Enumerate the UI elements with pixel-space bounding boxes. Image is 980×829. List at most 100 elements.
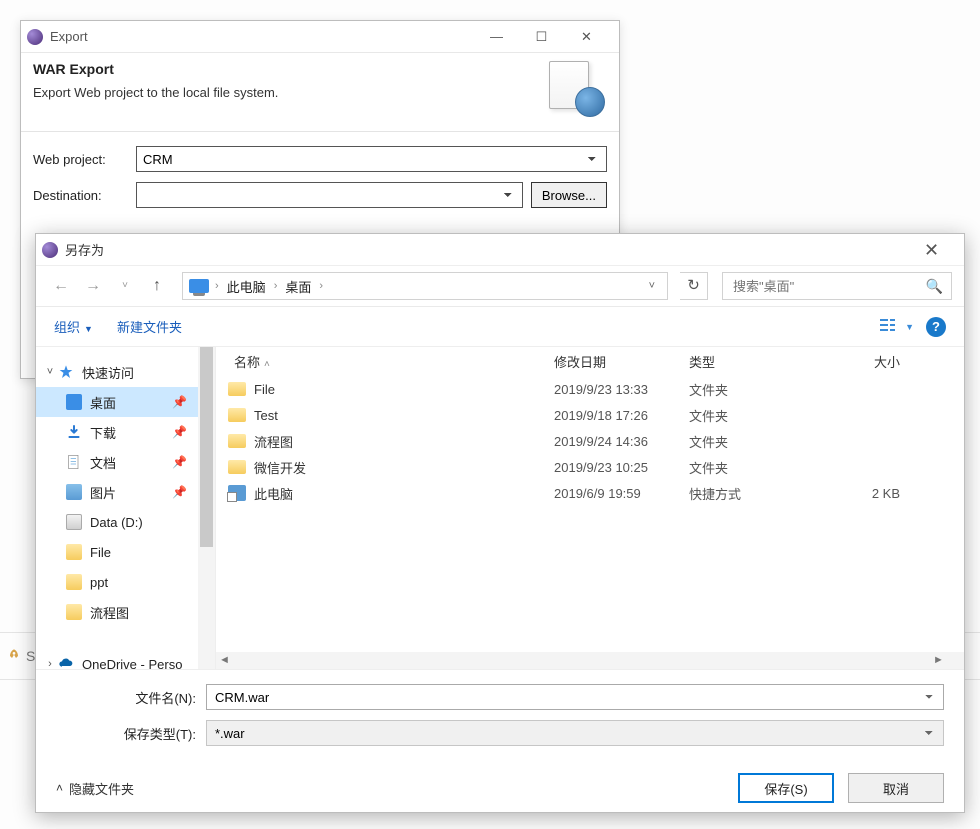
- tree-item[interactable]: Data (D:): [36, 507, 215, 537]
- file-name: Test: [254, 408, 278, 423]
- forward-button[interactable]: →: [80, 273, 106, 299]
- chevron-right-icon[interactable]: ›: [317, 280, 325, 292]
- search-icon[interactable]: 🔍: [926, 278, 943, 295]
- export-title: Export: [50, 29, 474, 44]
- up-button[interactable]: ↑: [144, 273, 170, 299]
- file-type: 快捷方式: [683, 484, 806, 503]
- file-row[interactable]: 此电脑2019/6/9 19:59快捷方式2 KB: [216, 480, 964, 506]
- close-button[interactable]: ✕: [564, 22, 609, 52]
- minimize-button[interactable]: —: [474, 22, 519, 52]
- folder-icon: [228, 382, 246, 396]
- pc-icon: [189, 279, 209, 293]
- nav-scrollbar[interactable]: [198, 347, 215, 669]
- file-type: 文件夹: [683, 380, 806, 399]
- file-row[interactable]: Test2019/9/18 17:26文件夹: [216, 402, 964, 428]
- tree-item[interactable]: 流程图: [36, 597, 215, 627]
- eclipse-icon: [42, 242, 58, 258]
- scroll-right-icon[interactable]: ►: [930, 652, 947, 669]
- caret-right-icon[interactable]: ›: [44, 658, 56, 669]
- rocket-icon: [6, 648, 22, 664]
- web-project-select[interactable]: CRM: [136, 146, 607, 172]
- tree-item[interactable]: 桌面📌: [36, 387, 215, 417]
- tree-item[interactable]: 文档 📌: [36, 447, 215, 477]
- folder-icon: [66, 574, 82, 590]
- caret-down-icon[interactable]: ˅: [44, 366, 56, 378]
- col-size[interactable]: 大小: [806, 352, 906, 371]
- back-button[interactable]: ←: [48, 273, 74, 299]
- file-row[interactable]: 微信开发2019/9/23 10:25文件夹: [216, 454, 964, 480]
- cancel-button[interactable]: 取消: [848, 773, 944, 803]
- hide-folders-toggle[interactable]: ˄ 隐藏文件夹: [56, 779, 134, 798]
- save-button[interactable]: 保存(S): [738, 773, 834, 803]
- file-row[interactable]: 流程图2019/9/24 14:36文件夹: [216, 428, 964, 454]
- pin-icon: 📌: [172, 425, 187, 439]
- column-headers[interactable]: 名称˄ 修改日期 类型 大小: [216, 347, 964, 376]
- col-type[interactable]: 类型: [683, 352, 806, 371]
- caret-up-icon: ˄: [56, 781, 63, 795]
- eclipse-icon: [27, 29, 43, 45]
- col-name[interactable]: 名称˄: [228, 352, 548, 371]
- tree-item[interactable]: 下载📌: [36, 417, 215, 447]
- file-date: 2019/6/9 19:59: [548, 486, 683, 501]
- export-titlebar[interactable]: Export — ☐ ✕: [21, 21, 619, 53]
- refresh-button[interactable]: ↻: [680, 272, 708, 300]
- tree-onedrive[interactable]: › OneDrive - Perso: [36, 649, 215, 669]
- close-button[interactable]: ✕: [909, 235, 954, 265]
- help-button[interactable]: ?: [926, 317, 946, 337]
- chevron-right-icon[interactable]: ›: [213, 280, 221, 292]
- organize-menu[interactable]: 组织▼: [54, 317, 93, 336]
- pin-icon: 📌: [172, 455, 187, 469]
- tree-item-label: 桌面: [90, 393, 116, 412]
- scroll-left-icon[interactable]: ◄: [216, 652, 233, 669]
- search-input[interactable]: [731, 278, 926, 295]
- recent-dropdown[interactable]: ˅: [112, 273, 138, 299]
- export-header: WAR Export Export Web project to the loc…: [21, 53, 619, 132]
- destination-select[interactable]: [136, 182, 523, 208]
- tree-item-label: 流程图: [90, 603, 129, 622]
- cloud-icon: [58, 656, 74, 669]
- war-export-icon: [545, 61, 605, 117]
- folder-icon: [66, 544, 82, 560]
- shortcut-icon: [228, 485, 246, 501]
- file-list: 名称˄ 修改日期 类型 大小 File2019/9/23 13:33文件夹 Tes…: [216, 347, 964, 669]
- document-icon: [66, 454, 82, 470]
- scroll-corner: [947, 652, 964, 669]
- folder-icon: [228, 434, 246, 448]
- download-icon: [66, 424, 82, 440]
- tree-item[interactable]: ppt: [36, 567, 215, 597]
- folder-icon: [228, 408, 246, 422]
- col-date[interactable]: 修改日期: [548, 352, 683, 371]
- tree-quick-access[interactable]: ˅ 快速访问: [36, 357, 215, 387]
- view-menu[interactable]: ▼: [880, 318, 914, 336]
- desktop-icon: [66, 394, 82, 410]
- saveas-titlebar[interactable]: 另存为 ✕: [36, 234, 964, 266]
- filetype-select[interactable]: *.war: [206, 720, 944, 746]
- file-row[interactable]: File2019/9/23 13:33文件夹: [216, 376, 964, 402]
- pin-icon: 📌: [172, 485, 187, 499]
- breadcrumb-dropdown[interactable]: ˅: [641, 280, 663, 292]
- saveas-title: 另存为: [65, 240, 909, 259]
- chevron-right-icon[interactable]: ›: [272, 280, 280, 292]
- browse-button[interactable]: Browse...: [531, 182, 607, 208]
- crumb-root[interactable]: 此电脑: [221, 277, 272, 296]
- maximize-button[interactable]: ☐: [519, 22, 564, 52]
- tree-item[interactable]: 图片📌: [36, 477, 215, 507]
- filetype-label: 保存类型(T):: [56, 724, 206, 743]
- file-date: 2019/9/23 13:33: [548, 382, 683, 397]
- filename-label: 文件名(N):: [56, 688, 206, 707]
- filename-input[interactable]: [206, 684, 944, 710]
- nav-bar: ← → ˅ ↑ › 此电脑 › 桌面 › ˅ ↻ 🔍: [36, 266, 964, 306]
- status-text: S: [26, 648, 35, 664]
- horiz-scrollbar[interactable]: ◄ ►: [216, 652, 947, 669]
- star-icon: [58, 364, 74, 380]
- save-as-dialog: 另存为 ✕ ← → ˅ ↑ › 此电脑 › 桌面 › ˅ ↻ 🔍 组织▼ 新建文…: [35, 233, 965, 813]
- search-box[interactable]: 🔍: [722, 272, 952, 300]
- crumb-folder[interactable]: 桌面: [279, 277, 317, 296]
- file-date: 2019/9/18 17:26: [548, 408, 683, 423]
- tree-item-label: 文档: [90, 453, 116, 472]
- tree-item[interactable]: File: [36, 537, 215, 567]
- file-date: 2019/9/23 10:25: [548, 460, 683, 475]
- breadcrumb[interactable]: › 此电脑 › 桌面 › ˅: [182, 272, 668, 300]
- new-folder-button[interactable]: 新建文件夹: [117, 317, 182, 336]
- export-subtitle: Export Web project to the local file sys…: [33, 85, 545, 100]
